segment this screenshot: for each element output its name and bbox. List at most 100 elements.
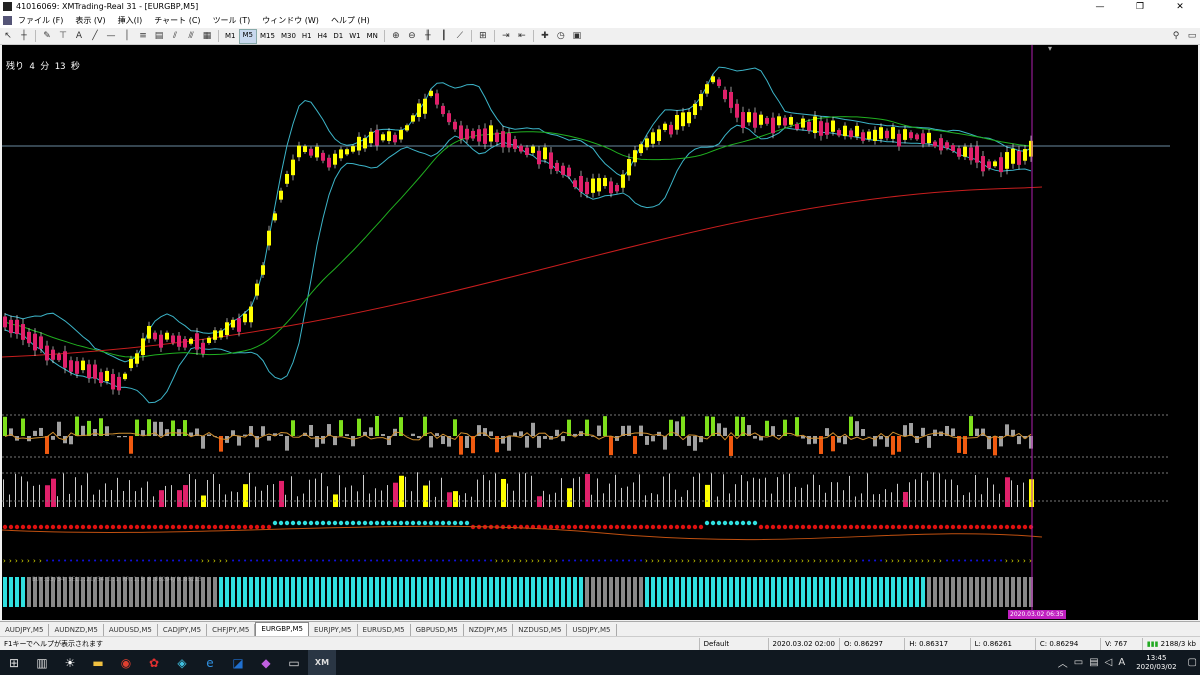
signal-dot: [710, 520, 716, 526]
chart-shift-icon[interactable]: ⇤: [515, 30, 529, 43]
ime-indicator[interactable]: A: [1115, 657, 1128, 668]
volume-bar: [3, 479, 4, 507]
zoom-out-icon[interactable]: ⊖: [405, 30, 419, 43]
tf-mn-button[interactable]: MN: [364, 30, 381, 43]
menu-chart[interactable]: チャート (C): [148, 15, 206, 26]
tab-gbpusd[interactable]: GBPUSD,M5: [411, 624, 464, 636]
taskbar-clock[interactable]: 13:45 2020/03/02: [1128, 654, 1184, 672]
bollinger-upper: [4, 66, 1032, 363]
cursor-icon[interactable]: ↖: [1, 30, 15, 43]
line-chart-icon[interactable]: ⟋: [453, 30, 467, 43]
fibo-icon[interactable]: ▤: [152, 30, 166, 43]
candle-body: [63, 351, 67, 368]
chrome-icon[interactable]: ◉: [112, 650, 140, 675]
task-view-icon[interactable]: ▥: [28, 650, 56, 675]
price-chart[interactable]: › › › › › › › • • • • • • • • • • • • • • • • • • • • • • • • • • › › › › › • •…: [2, 45, 1198, 620]
battery-icon[interactable]: ▭: [1071, 657, 1086, 668]
tf-h1-button[interactable]: H1: [299, 30, 315, 43]
draw-tools-icon[interactable]: ✎: [40, 30, 54, 43]
tf-m15-button[interactable]: M15: [257, 30, 278, 43]
colorful-app-icon[interactable]: ◈: [168, 650, 196, 675]
chart-canvas[interactable]: › › › › › › › • • • • • • • • • • • • • • • • • • • • • • • • • • › › › › › • •…: [2, 45, 1198, 620]
menu-view[interactable]: 表示 (V): [69, 15, 111, 26]
network-icon[interactable]: ▤: [1086, 657, 1101, 668]
tab-audjpy[interactable]: AUDJPY,M5: [0, 624, 50, 636]
tab-cadjpy[interactable]: CADJPY,M5: [158, 624, 208, 636]
bar-chart-icon[interactable]: ╫: [421, 30, 435, 43]
tab-eurusd[interactable]: EURUSD,M5: [358, 624, 411, 636]
volume-bar: [849, 475, 850, 507]
folder-icon[interactable]: ▬: [84, 650, 112, 675]
candle-body: [291, 159, 295, 176]
hline-icon[interactable]: —: [104, 30, 118, 43]
ie-icon[interactable]: e: [196, 650, 224, 675]
restore-icon[interactable]: ❐: [1120, 2, 1160, 12]
channel-icon[interactable]: ≡: [136, 30, 150, 43]
chat-icon[interactable]: ▭: [1185, 30, 1199, 43]
tab-usdjpy[interactable]: USDJPY,M5: [567, 624, 617, 636]
trend-arrow: ›: [915, 557, 918, 565]
notification-icon[interactable]: ▢: [1185, 657, 1200, 668]
candle-body: [363, 138, 367, 149]
tf-d1-button[interactable]: D1: [330, 30, 346, 43]
diamond-app-icon[interactable]: ◆: [252, 650, 280, 675]
tab-nzdjpy[interactable]: NZDJPY,M5: [464, 624, 514, 636]
crosshair-icon[interactable]: ┼: [17, 30, 31, 43]
candle-body: [519, 145, 523, 152]
status-profile[interactable]: Default: [698, 638, 768, 650]
tab-audnzd[interactable]: AUDNZD,M5: [49, 624, 104, 636]
auto-scroll-icon[interactable]: ⇥: [499, 30, 513, 43]
trend-arrow: •: [63, 557, 67, 565]
trendline-icon[interactable]: ╱: [88, 30, 102, 43]
xm-icon[interactable]: XM: [308, 650, 336, 675]
menu-tools[interactable]: ツール (T): [207, 15, 257, 26]
sun-icon[interactable]: ☀: [56, 650, 84, 675]
signal-dot: [110, 524, 116, 530]
tf-w1-button[interactable]: W1: [346, 30, 363, 43]
periods-icon[interactable]: ◷: [554, 30, 568, 43]
signal-dot: [434, 520, 440, 526]
vline-icon[interactable]: │: [120, 30, 134, 43]
tablet-app-icon[interactable]: ▭: [280, 650, 308, 675]
candle-chart-icon[interactable]: ┃: [437, 30, 451, 43]
grid-tool-icon[interactable]: ▦: [200, 30, 214, 43]
outlook-icon[interactable]: ◪: [224, 650, 252, 675]
tab-nzdusd[interactable]: NZDUSD,M5: [513, 624, 568, 636]
trend-stripe: [915, 577, 919, 607]
candle-body: [567, 167, 571, 177]
histogram-bar: [969, 416, 973, 436]
zoom-in-icon[interactable]: ⊕: [389, 30, 403, 43]
tf-m1-button[interactable]: M1: [222, 30, 239, 43]
tab-eurgbp[interactable]: EURGBP,M5: [255, 622, 309, 636]
menu-insert[interactable]: 挿入(I): [112, 15, 149, 26]
trend-arrow: ›: [807, 557, 810, 565]
tf-m30-button[interactable]: M30: [278, 30, 299, 43]
menu-help[interactable]: ヘルプ (H): [325, 15, 376, 26]
candle-body: [999, 157, 1003, 173]
period-separator-icon[interactable]: ⊤: [56, 30, 70, 43]
minimize-icon[interactable]: —: [1080, 2, 1120, 12]
chevron-up-icon[interactable]: ︿: [1055, 655, 1071, 670]
tile-windows-icon[interactable]: ⊞: [476, 30, 490, 43]
tab-eurjpy[interactable]: EURJPY,M5: [309, 624, 358, 636]
tf-m5-button[interactable]: M5: [238, 28, 257, 44]
candle-body: [903, 129, 907, 140]
close-icon[interactable]: ✕: [1160, 2, 1200, 12]
menu-file[interactable]: ファイル (F): [14, 15, 69, 26]
trend-stripe: [21, 577, 25, 607]
speaker-icon[interactable]: ◁: [1102, 657, 1116, 668]
menu-window[interactable]: ウィンドウ (W): [256, 15, 325, 26]
gann-icon[interactable]: ⫽: [168, 30, 182, 43]
text-tool-icon[interactable]: A: [72, 30, 86, 43]
red-app-icon[interactable]: ✿: [140, 650, 168, 675]
templates-icon[interactable]: ▣: [570, 30, 584, 43]
chart-window-icon[interactable]: [3, 16, 12, 25]
windows-icon[interactable]: ⊞: [0, 650, 28, 675]
pitchfork-icon[interactable]: ⫻: [184, 30, 198, 43]
search-icon[interactable]: ⚲: [1169, 30, 1183, 43]
signal-dot: [566, 524, 572, 530]
tf-h4-button[interactable]: H4: [315, 30, 331, 43]
tab-chfjpy[interactable]: CHFJPY,M5: [207, 624, 256, 636]
indicators-icon[interactable]: ✚: [538, 30, 552, 43]
tab-audusd[interactable]: AUDUSD,M5: [104, 624, 158, 636]
